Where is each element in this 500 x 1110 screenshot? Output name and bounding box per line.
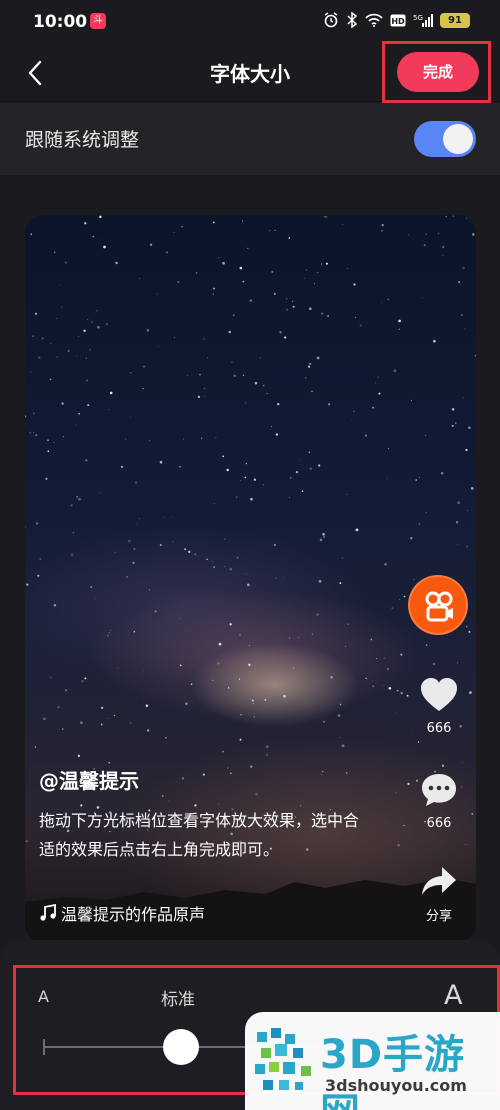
font-size-small-label: A: [38, 987, 49, 1006]
share-label: 分享: [425, 909, 452, 924]
font-size-large-label: A: [444, 980, 463, 1011]
watermark-url: 3dshouyou.com: [325, 1076, 467, 1095]
comment-count: 666: [426, 816, 452, 831]
toggle-knob: [443, 124, 473, 154]
font-size-slider-tick: [43, 1039, 45, 1055]
share-button[interactable]: 分享: [417, 865, 461, 924]
font-size-slider-thumb[interactable]: [163, 1029, 199, 1065]
done-button[interactable]: 完成: [397, 52, 479, 92]
top-nav-bar: 字体大小 完成: [0, 41, 500, 103]
watermark-text: 3D手游网: [320, 1032, 466, 1110]
follow-system-toggle[interactable]: [414, 121, 476, 157]
video-caption: 拖动下方光标档位查看字体放大效果，选中合适的效果后点击右上角完成即可。: [39, 811, 360, 859]
heart-icon: [421, 678, 457, 711]
site-watermark: 3D手游网 3dshouyou.com: [245, 1012, 500, 1110]
video-camera-icon: [425, 591, 453, 622]
like-count: 666: [426, 721, 452, 736]
battery-icon: 91: [440, 12, 470, 28]
hd-icon: HD: [390, 14, 406, 26]
author-name[interactable]: @温馨提示: [39, 765, 139, 794]
wifi-icon: [365, 13, 383, 27]
comment-icon: [422, 774, 456, 806]
like-button[interactable]: 666: [417, 677, 461, 736]
watermark-logo-icon: [255, 1028, 311, 1090]
comment-button[interactable]: 666: [417, 772, 461, 831]
font-size-standard-label: 标准: [161, 990, 195, 1010]
share-icon: [422, 867, 456, 895]
svg-text:5G: 5G: [413, 14, 423, 22]
follow-system-label: 跟随系统调整: [25, 129, 140, 151]
music-label: 温馨提示的作品原声: [61, 905, 206, 924]
status-bar: 10:00 斗 HD 5G 91: [0, 0, 500, 44]
video-preview: 666 666 分享 @温馨提示 拖动下方光标档位查看字体放大效果，选中合适的效…: [25, 215, 476, 942]
app-notification-icon: 斗: [90, 13, 106, 29]
follow-system-row: 跟随系统调整: [0, 103, 500, 175]
music-row[interactable]: 温馨提示的作品原声: [39, 901, 205, 925]
signal-icon: 5G: [413, 13, 433, 27]
status-icons: HD 5G 91: [323, 12, 470, 28]
music-note-icon: [40, 904, 56, 921]
status-time: 10:00: [33, 12, 88, 32]
alarm-icon: [324, 12, 338, 28]
svg-text:HD: HD: [391, 17, 405, 26]
bluetooth-icon: [347, 12, 358, 28]
kuaishou-avatar-button[interactable]: [408, 575, 468, 635]
